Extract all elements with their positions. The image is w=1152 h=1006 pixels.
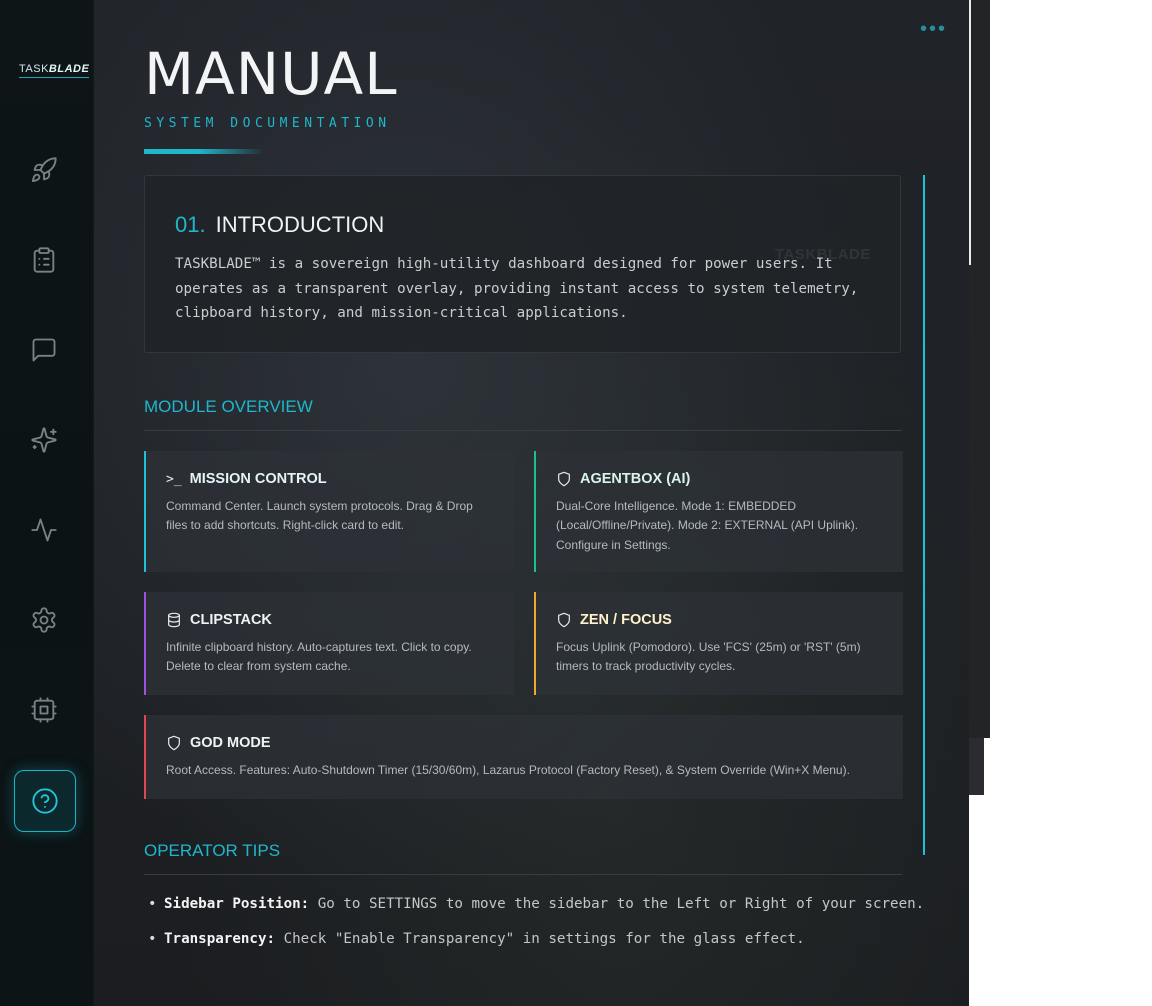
module-description: Root Access. Features: Auto-Shutdown Tim… <box>166 763 850 777</box>
shield-icon <box>558 471 570 487</box>
app-window: TASKBLADE ••• MANUAL SYSTEM DOCUMENTATIO… <box>0 0 969 1006</box>
clipboard-icon <box>33 247 55 273</box>
module-title: ZEN / FOCUS <box>580 612 672 628</box>
intro-text: TASKBLADE™ is a sovereign high-utility d… <box>175 256 859 321</box>
sidebar-item-telemetry[interactable] <box>14 500 74 560</box>
intro-number: 01. <box>175 212 206 237</box>
module-description: Dual-Core Intelligence. Mode 1: EMBEDDED… <box>556 499 859 552</box>
database-icon <box>168 612 180 628</box>
sidebar-item-agentbox[interactable] <box>14 320 74 380</box>
module-overview-heading: MODULE OVERVIEW <box>144 397 313 416</box>
section-divider <box>144 430 902 431</box>
more-options-button[interactable]: ••• <box>920 18 947 41</box>
activity-icon <box>31 518 57 542</box>
module-description: Command Center. Launch system protocols.… <box>166 499 473 533</box>
logo-prefix: TASK <box>19 63 49 75</box>
sidebar-item-system[interactable] <box>14 680 74 740</box>
module-title: MISSION CONTROL <box>189 471 327 487</box>
module-title: GOD MODE <box>190 735 271 751</box>
intro-heading: 01. INTRODUCTION <box>175 212 384 238</box>
scrollbar[interactable] <box>923 175 925 855</box>
terminal-icon: >_ <box>166 471 182 487</box>
sidebar-item-clipstack[interactable] <box>14 230 74 290</box>
sidebar: TASKBLADE <box>0 0 94 1006</box>
section-divider <box>144 874 902 875</box>
sidebar-item-manual[interactable] <box>14 770 76 832</box>
sidebar-item-settings[interactable] <box>14 590 74 650</box>
module-card-agentbox: AGENTBOX (AI) Dual-Core Intelligence. Mo… <box>534 451 903 572</box>
module-card-mission-control: >_ MISSION CONTROL Command Center. Launc… <box>144 451 514 572</box>
module-title: AGENTBOX (AI) <box>580 471 691 487</box>
tip-label: Transparency: <box>164 931 276 947</box>
shield-icon <box>558 612 570 628</box>
operator-tips-heading: OPERATOR TIPS <box>144 841 281 860</box>
page-subtitle: SYSTEM DOCUMENTATION <box>144 116 391 131</box>
list-item: Sidebar Position: Go to SETTINGS to move… <box>146 893 924 916</box>
chat-icon <box>32 338 56 362</box>
sparkles-icon <box>31 427 57 453</box>
module-description: Infinite clipboard history. Auto-capture… <box>166 640 472 674</box>
introduction-card: 01. INTRODUCTION TASKBLADE TASKBLADE™ is … <box>144 175 901 353</box>
cpu-icon <box>31 697 57 723</box>
manual-panel: ••• MANUAL SYSTEM DOCUMENTATION 01. INTRO… <box>94 0 969 1006</box>
logo-suffix: BLADE <box>48 63 90 75</box>
module-card-god-mode: GOD MODE Root Access. Features: Auto-Shu… <box>144 715 903 799</box>
module-card-zen-focus: ZEN / FOCUS Focus Uplink (Pomodoro). Use… <box>534 592 903 695</box>
module-card-clipstack: CLIPSTACK Infinite clipboard history. Au… <box>144 592 514 695</box>
tip-label: Sidebar Position: <box>164 896 310 912</box>
gear-icon <box>32 607 56 633</box>
tip-text: Check "Enable Transparency" in settings … <box>275 931 805 947</box>
sidebar-item-ai[interactable] <box>14 410 74 470</box>
module-title: CLIPSTACK <box>190 612 272 628</box>
module-description: Focus Uplink (Pomodoro). Use 'FCS' (25m)… <box>556 640 861 674</box>
taskblade-logo[interactable]: TASKBLADE <box>19 63 90 78</box>
help-icon <box>32 788 58 814</box>
list-item: Transparency: Check "Enable Transparency… <box>146 928 906 951</box>
page-title: MANUAL <box>144 40 398 108</box>
tip-text: Go to SETTINGS to move the sidebar to th… <box>309 896 925 912</box>
shield-icon <box>168 735 180 751</box>
sidebar-item-mission-control[interactable] <box>14 140 74 200</box>
tips-list: Sidebar Position: Go to SETTINGS to move… <box>146 893 924 963</box>
rocket-icon <box>31 157 57 183</box>
title-underline <box>144 149 264 154</box>
intro-title: INTRODUCTION <box>215 212 385 237</box>
